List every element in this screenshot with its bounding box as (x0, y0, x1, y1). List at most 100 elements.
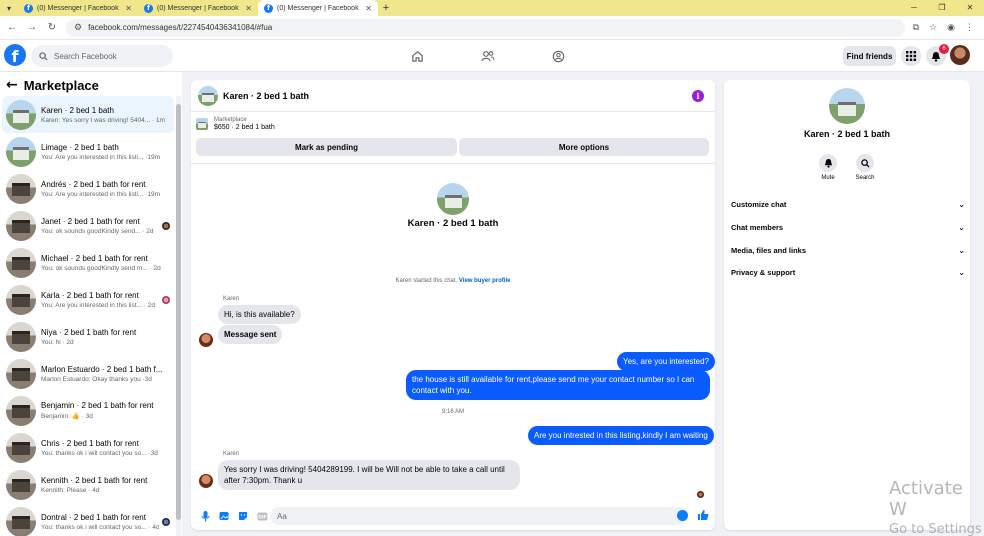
home-icon[interactable] (409, 48, 425, 64)
intro-title: Karen · 2 bed 1 bath (407, 218, 499, 229)
account-avatar[interactable] (950, 45, 970, 65)
activation-watermark: Activate W Go to Settings (889, 478, 984, 536)
gif-icon[interactable]: GIF (254, 508, 270, 524)
search-label: Search (855, 175, 875, 181)
new-tab-button[interactable]: + (378, 2, 394, 14)
profile-icon[interactable]: ◉ (947, 22, 955, 33)
browser-tab-1[interactable]: f (0) Messenger | Facebook ✕ (18, 0, 138, 16)
more-options-button[interactable]: More options (459, 138, 709, 156)
chat-members-row[interactable]: Chat members ⌄ (731, 217, 965, 237)
facebook-favicon-icon: f (264, 3, 273, 13)
microphone-icon[interactable] (197, 508, 213, 524)
seen-receipt-avatar (697, 491, 704, 498)
incoming-message[interactable]: Message sent (218, 325, 283, 344)
incoming-message[interactable]: Yes sorry I was driving! 5404289199. I w… (218, 460, 520, 490)
facebook-top-nav: f Find friends (0, 40, 984, 72)
conversation-item[interactable]: Marlon Estuardo · 2 bed 1 bath f... Marlo… (2, 355, 174, 392)
mute-label: Mute (821, 175, 835, 181)
chat-title[interactable]: Karen · 2 bed 1 bath (223, 91, 309, 101)
conversation-preview: Karen: Yes sorry I was driving! 5404... … (41, 116, 165, 124)
conversation-item[interactable]: Chris · 2 bed 1 bath for rent You: thanks… (2, 429, 174, 466)
outgoing-message[interactable]: Are you intrested in this listing,kindly… (528, 426, 714, 445)
search-in-conversation-button[interactable]: Search (847, 154, 883, 181)
emoji-icon[interactable] (677, 510, 688, 521)
search-input[interactable] (54, 51, 154, 61)
facebook-search[interactable] (31, 45, 173, 67)
mute-button[interactable]: Mute (810, 154, 846, 181)
conversation-name: Janet · 2 bed 1 bath for rent (41, 216, 140, 226)
bookmark-star-icon[interactable]: ☆ (929, 22, 937, 33)
thumbs-up-icon[interactable] (696, 508, 710, 522)
friends-icon[interactable] (480, 48, 496, 64)
listing-thumbnail (6, 173, 36, 204)
listing-thumbnail (6, 210, 36, 241)
window-controls: ─ ❐ ✕ (900, 0, 984, 16)
bell-icon (819, 154, 837, 172)
sticker-icon[interactable] (235, 508, 251, 524)
sender-avatar[interactable] (199, 474, 213, 488)
browser-menu-icon[interactable]: ⋮ (965, 22, 974, 33)
sender-label: Karen (223, 296, 240, 302)
listing-summary[interactable]: Marketplace $650 · 2 bed 1 bath (196, 117, 275, 131)
facebook-logo-icon[interactable]: f (4, 44, 26, 66)
listing-thumbnail (196, 118, 208, 130)
mark-as-pending-button[interactable]: Mark as pending (196, 138, 457, 156)
info-icon[interactable]: i (692, 90, 704, 102)
close-tab-icon[interactable]: ✕ (245, 4, 252, 13)
marketplace-sidebar: ← Marketplace Karen · 2 bed 1 bath Karen:… (0, 72, 182, 536)
conversation-preview: You: hi · 2d (41, 338, 74, 346)
conversation-item[interactable]: Karen · 2 bed 1 bath Karen: Yes sorry I w… (2, 96, 174, 133)
customize-chat-row[interactable]: Customize chat ⌄ (731, 194, 965, 214)
conversation-text: Michael · 2 bed 1 bath for rent You: ok s… (41, 254, 170, 272)
site-info-icon[interactable]: ⚙ (74, 22, 82, 33)
conversation-item[interactable]: Niya · 2 bed 1 bath for rent You: hi · 2d (2, 318, 174, 355)
browser-actions: ⧉ ☆ ◉ ⋮ (913, 22, 978, 33)
restore-icon[interactable]: ❐ (928, 0, 956, 16)
browser-tab-3-active[interactable]: f (0) Messenger | Facebook ✕ (258, 0, 378, 16)
menu-grid-icon[interactable] (901, 46, 921, 66)
url-field[interactable]: ⚙ facebook.com/messages/t/22745404363410… (66, 18, 905, 37)
browser-tab-2[interactable]: f (0) Messenger | Facebook ✕ (138, 0, 258, 16)
conversation-item[interactable]: Dontral · 2 bed 1 bath for rent You: than… (2, 503, 174, 536)
outgoing-message[interactable]: Yes, are you interested? (617, 352, 715, 371)
sidebar-scrollbar[interactable] (176, 96, 181, 536)
conversation-name: Niya · 2 bed 1 bath for rent (41, 327, 137, 337)
chat-listing-thumbnail[interactable] (198, 85, 218, 106)
forward-arrow-icon[interactable]: → (26, 22, 38, 33)
message-input[interactable] (270, 507, 688, 525)
conversation-item[interactable]: Benjamin · 2 bed 1 bath for rent Benjamin… (2, 392, 174, 429)
conversation-item[interactable]: Limage · 2 bed 1 bath You: Are you intere… (2, 133, 174, 170)
find-friends-button[interactable]: Find friends (843, 46, 896, 66)
back-arrow-icon[interactable]: ← (6, 22, 18, 33)
conversation-item[interactable]: Michael · 2 bed 1 bath for rent You: ok s… (2, 244, 174, 281)
listing-thumbnail (6, 99, 36, 130)
listing-text: Marketplace $650 · 2 bed 1 bath (214, 117, 275, 131)
conversation-text: Chris · 2 bed 1 bath for rent You: thanks… (41, 439, 170, 457)
tab-search-chevron-icon[interactable]: ▾ (0, 0, 18, 16)
listing-thumbnail (6, 358, 36, 389)
conversation-item[interactable]: Janet · 2 bed 1 bath for rent You: ok sou… (2, 207, 174, 244)
watermark-line-1: Activate W (889, 478, 963, 520)
view-buyer-profile-link[interactable]: View buyer profile (459, 278, 511, 284)
install-app-icon[interactable]: ⧉ (913, 22, 919, 33)
back-arrow-icon[interactable]: ← (6, 77, 18, 93)
media-files-links-row[interactable]: Media, files and links ⌄ (731, 240, 965, 260)
privacy-support-row[interactable]: Privacy & support ⌄ (731, 262, 965, 282)
close-tab-icon[interactable]: ✕ (365, 4, 372, 13)
close-tab-icon[interactable]: ✕ (125, 4, 132, 13)
scrollbar-thumb[interactable] (176, 104, 181, 520)
outgoing-message[interactable]: the house is still available for rent,pl… (406, 370, 710, 400)
reload-icon[interactable]: ↻ (46, 22, 58, 33)
chevron-down-icon: ⌄ (958, 267, 965, 277)
minimize-icon[interactable]: ─ (900, 0, 928, 16)
sender-avatar[interactable] (199, 333, 213, 347)
conversation-item[interactable]: Andrés · 2 bed 1 bath for rent You: Are y… (2, 170, 174, 207)
conversation-item[interactable]: Kennith · 2 bed 1 bath for rent Kennith: … (2, 466, 174, 503)
conversation-item[interactable]: Karla · 2 bed 1 bath for rent You: Are yo… (2, 281, 174, 318)
photo-icon[interactable] (216, 508, 232, 524)
close-window-icon[interactable]: ✕ (956, 0, 984, 16)
conversation-preview: Kennith: Please · 4d (41, 486, 100, 494)
groups-icon[interactable] (550, 48, 566, 64)
incoming-message[interactable]: Hi, is this available? (218, 305, 301, 324)
address-bar: ← → ↻ ⚙ facebook.com/messages/t/22745404… (0, 16, 984, 40)
